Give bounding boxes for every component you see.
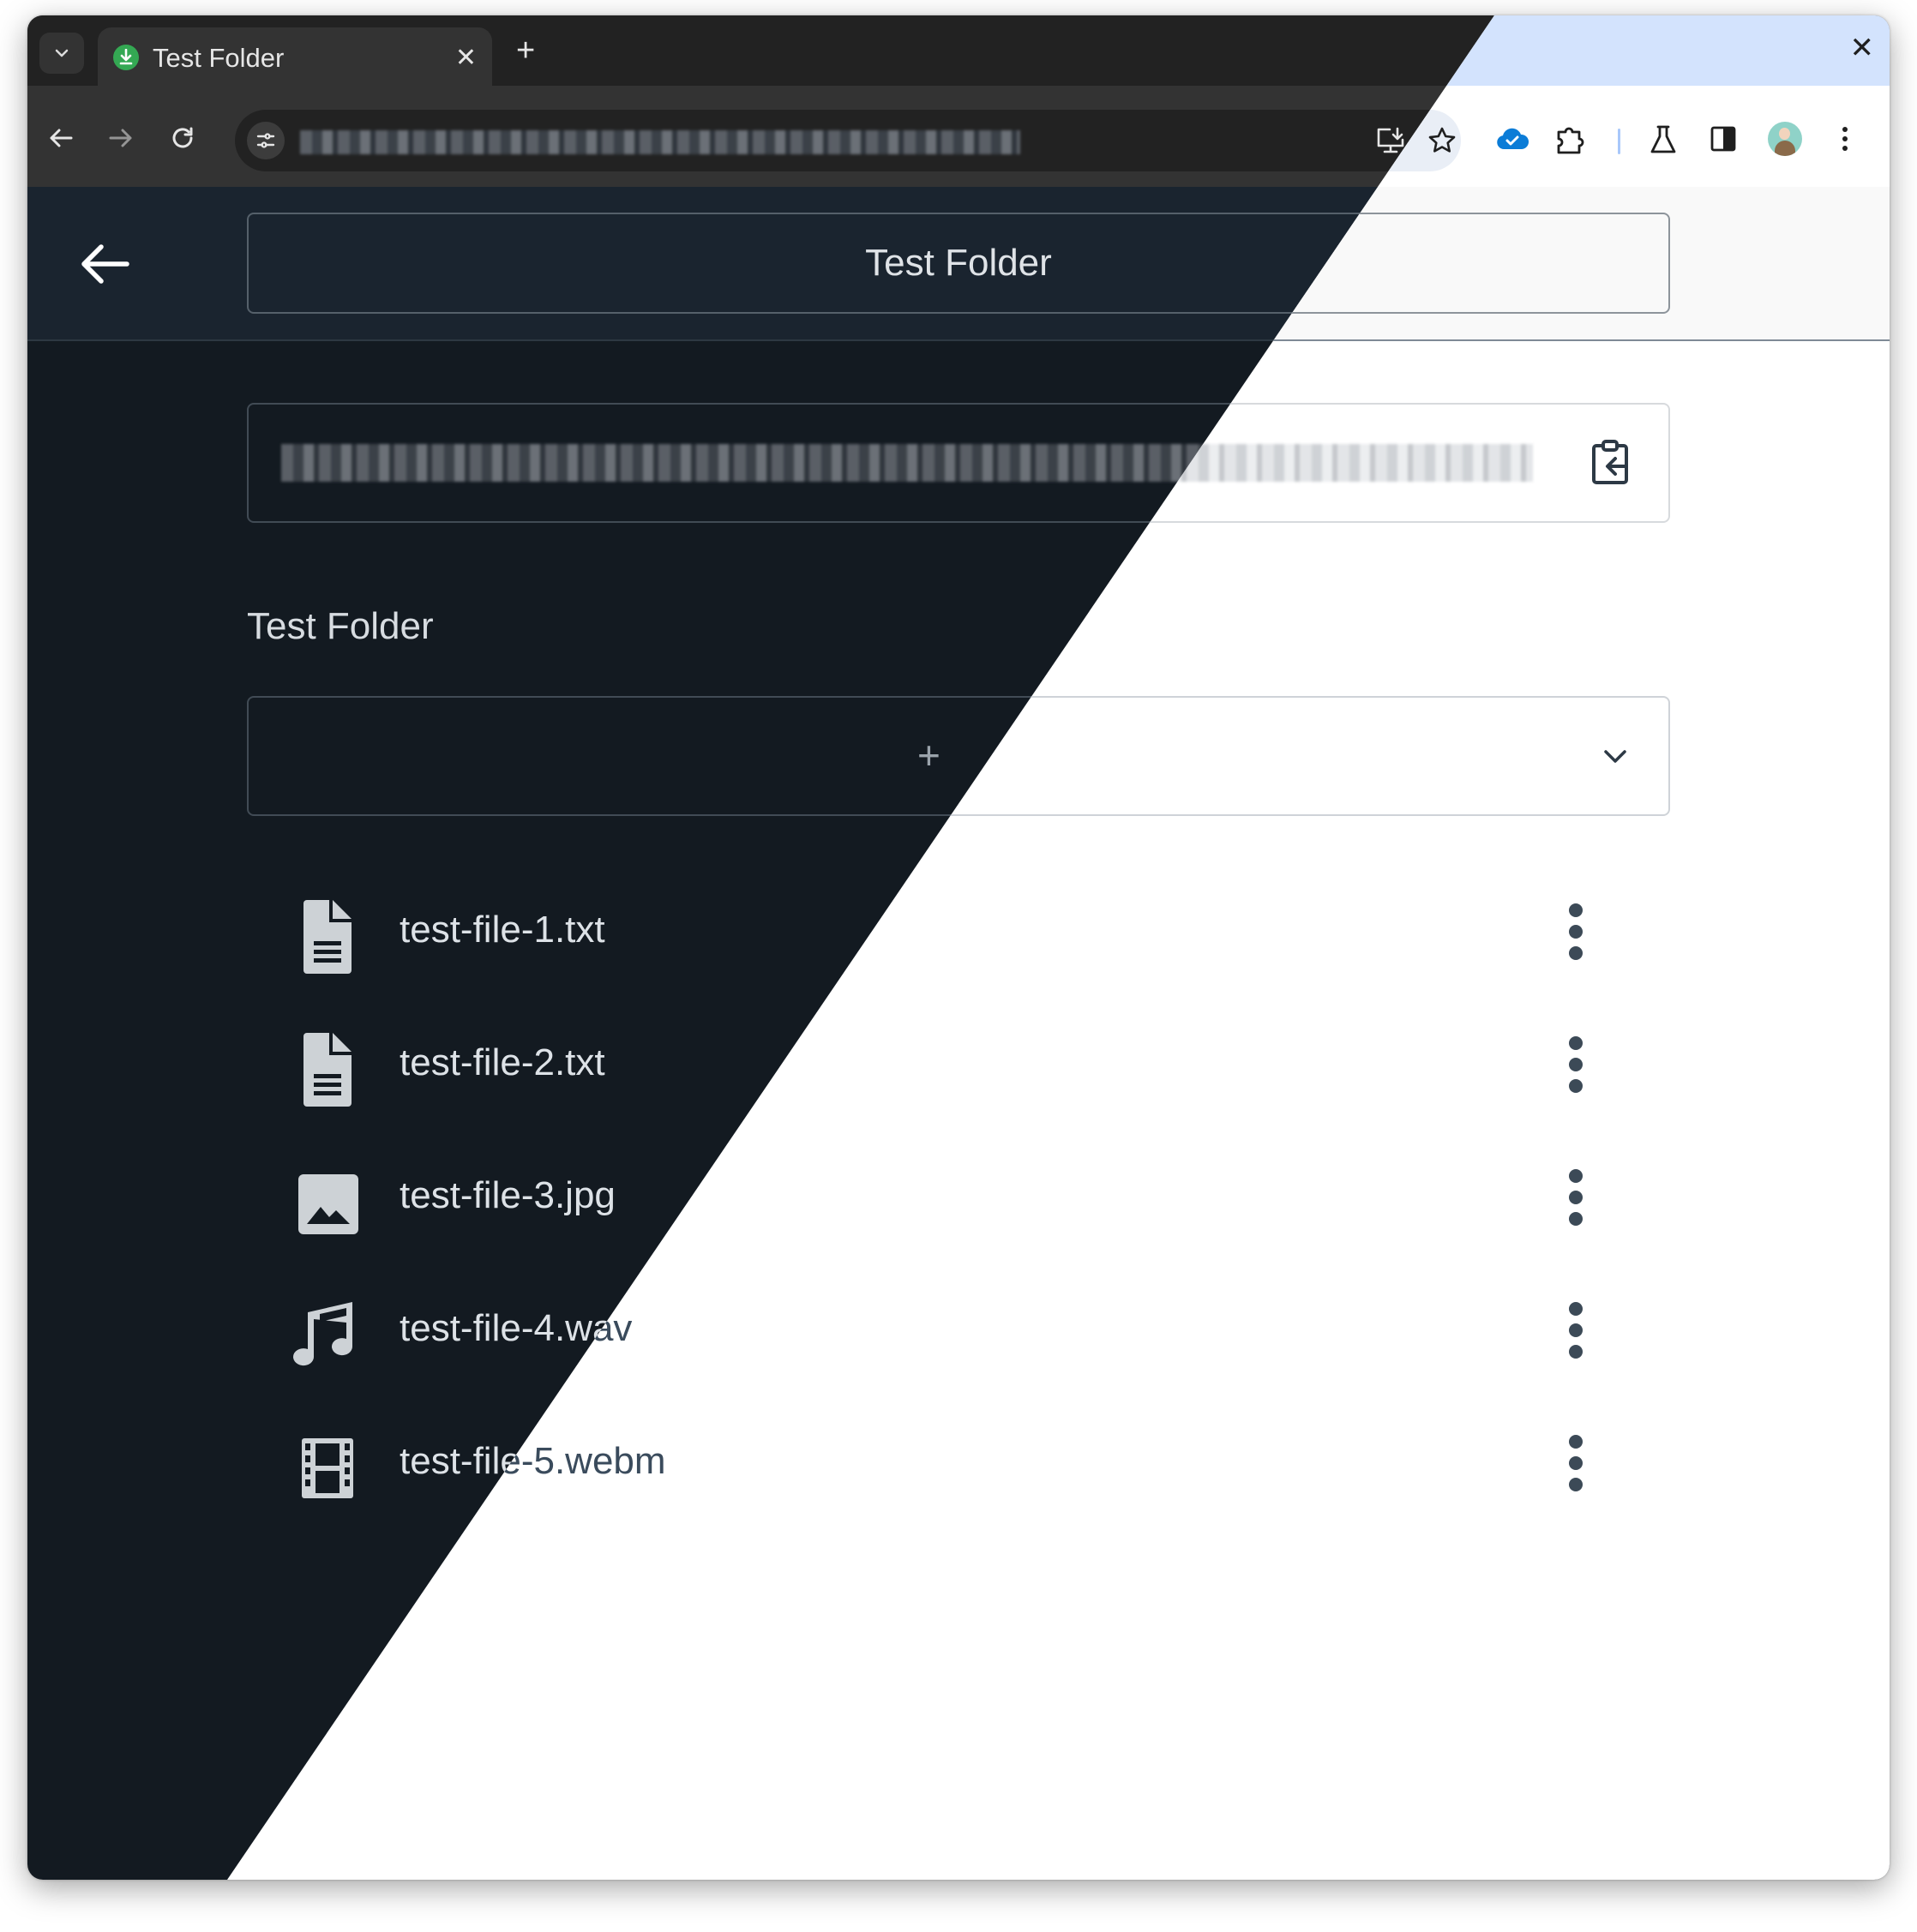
file-menu-icon[interactable]	[1567, 1300, 1584, 1360]
new-tab-button[interactable]: +	[516, 33, 535, 69]
text-file-icon	[303, 900, 352, 974]
more-menu-icon[interactable]	[1838, 123, 1852, 154]
back-arrow-icon[interactable]	[77, 237, 132, 291]
address-bar[interactable]	[235, 110, 1461, 171]
add-icon: +	[917, 733, 940, 777]
browser-window: Test Folder ✕ + ✕ Test Folder T	[27, 15, 1890, 1880]
forward-icon[interactable]	[106, 123, 135, 153]
file-name[interactable]: test-file-3.jpg	[400, 1174, 616, 1217]
file-name[interactable]: test-file-2.txt	[400, 1041, 605, 1084]
image-file-icon	[298, 1174, 358, 1234]
bookmark-star-icon[interactable]	[1427, 125, 1457, 156]
labs-icon[interactable]	[1648, 123, 1679, 156]
folder-section-title: Test Folder	[247, 605, 434, 647]
video-file-icon	[302, 1438, 353, 1498]
side-panel-icon[interactable]	[1708, 123, 1739, 154]
file-menu-icon[interactable]	[1567, 1035, 1584, 1095]
file-menu-icon[interactable]	[1567, 1433, 1584, 1493]
url-text-redacted	[300, 130, 1020, 154]
window-close-button[interactable]: ✕	[1850, 31, 1875, 65]
reload-icon[interactable]	[168, 123, 197, 153]
file-menu-icon[interactable]	[1567, 1167, 1584, 1227]
tab-test-folder[interactable]: Test Folder ✕	[98, 27, 492, 86]
text-file-icon	[303, 1033, 352, 1107]
site-info-icon	[256, 133, 275, 148]
site-info-button[interactable]	[247, 122, 285, 159]
install-app-icon[interactable]	[1375, 125, 1406, 156]
toolbar-separator	[1618, 129, 1620, 154]
tab-title: Test Folder	[153, 43, 285, 73]
back-icon[interactable]	[46, 123, 75, 153]
extensions-icon[interactable]	[1553, 123, 1586, 156]
avatar[interactable]	[1768, 122, 1802, 156]
audio-file-icon	[293, 1302, 353, 1366]
tab-search-button[interactable]	[39, 33, 84, 74]
page-title: Test Folder	[865, 242, 1052, 284]
chevron-down-icon	[55, 49, 69, 57]
clipboard-copy-icon[interactable]	[1584, 435, 1639, 490]
file-menu-icon[interactable]	[1567, 902, 1584, 962]
chevron-down-icon[interactable]	[1600, 746, 1631, 766]
file-name[interactable]: test-file-1.txt	[400, 909, 605, 951]
download-favicon-icon	[113, 45, 139, 70]
cloud-icon[interactable]	[1495, 127, 1529, 151]
tab-close-icon[interactable]: ✕	[455, 43, 477, 73]
